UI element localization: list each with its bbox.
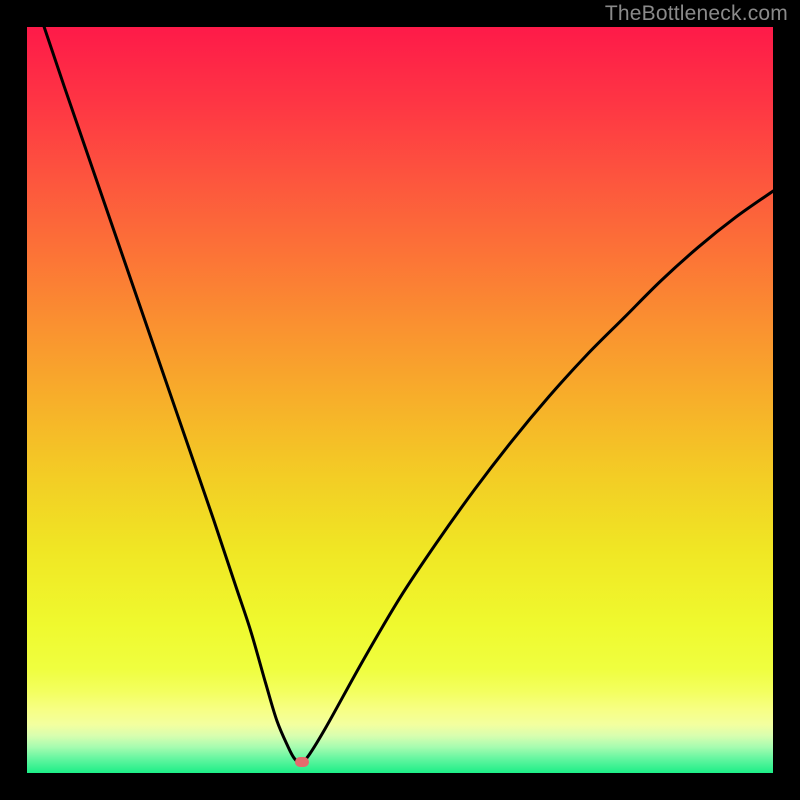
- chart-frame: TheBottleneck.com: [0, 0, 800, 800]
- optimum-marker: [295, 757, 309, 767]
- plot-svg: [27, 27, 773, 773]
- plot-area: [27, 27, 773, 773]
- gradient-bg: [27, 27, 773, 773]
- watermark-text: TheBottleneck.com: [605, 2, 788, 26]
